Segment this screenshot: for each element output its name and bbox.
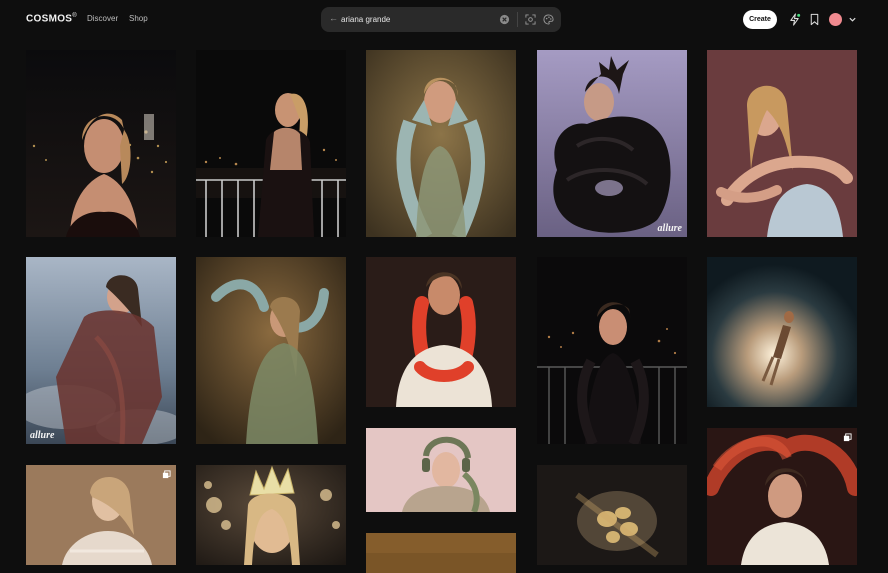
image-tile[interactable]: [196, 257, 346, 444]
top-bar: COSMOS® Discover Shop ← Create: [0, 0, 888, 40]
image-tile[interactable]: [366, 257, 516, 407]
back-arrow-icon[interactable]: ←: [329, 13, 338, 23]
image-tile[interactable]: allure: [537, 50, 687, 237]
palette-icon[interactable]: [543, 14, 554, 25]
image-tile[interactable]: [707, 257, 857, 407]
image-tile[interactable]: [537, 257, 687, 444]
watermark-text: allure: [30, 430, 55, 441]
image-tile[interactable]: [366, 533, 516, 573]
image-tile[interactable]: allure: [26, 257, 176, 444]
multi-image-icon: [162, 470, 171, 479]
visual-search-icon[interactable]: [525, 14, 536, 25]
avatar[interactable]: [829, 13, 842, 26]
search-divider: [517, 12, 518, 27]
image-tile[interactable]: [366, 50, 516, 237]
bookmark-icon[interactable]: [808, 13, 821, 26]
image-tile[interactable]: [537, 465, 687, 565]
watermark-text: allure: [657, 223, 682, 234]
lightning-icon[interactable]: [788, 13, 801, 26]
nav-discover[interactable]: Discover: [87, 14, 118, 23]
chevron-down-icon[interactable]: [848, 15, 857, 24]
image-tile[interactable]: [707, 428, 857, 565]
image-tile[interactable]: [366, 428, 516, 512]
image-tile[interactable]: [196, 50, 346, 237]
clear-icon[interactable]: [499, 14, 510, 25]
image-tile[interactable]: [707, 50, 857, 237]
multi-image-icon: [843, 433, 852, 442]
image-tile[interactable]: [26, 50, 176, 237]
create-button[interactable]: Create: [743, 10, 777, 29]
nav-shop[interactable]: Shop: [129, 14, 148, 23]
image-tile[interactable]: [196, 465, 346, 565]
search-input[interactable]: [341, 12, 491, 27]
search-bar[interactable]: ←: [321, 7, 561, 32]
image-tile[interactable]: [26, 465, 176, 565]
cosmos-logo[interactable]: COSMOS®: [26, 13, 77, 24]
